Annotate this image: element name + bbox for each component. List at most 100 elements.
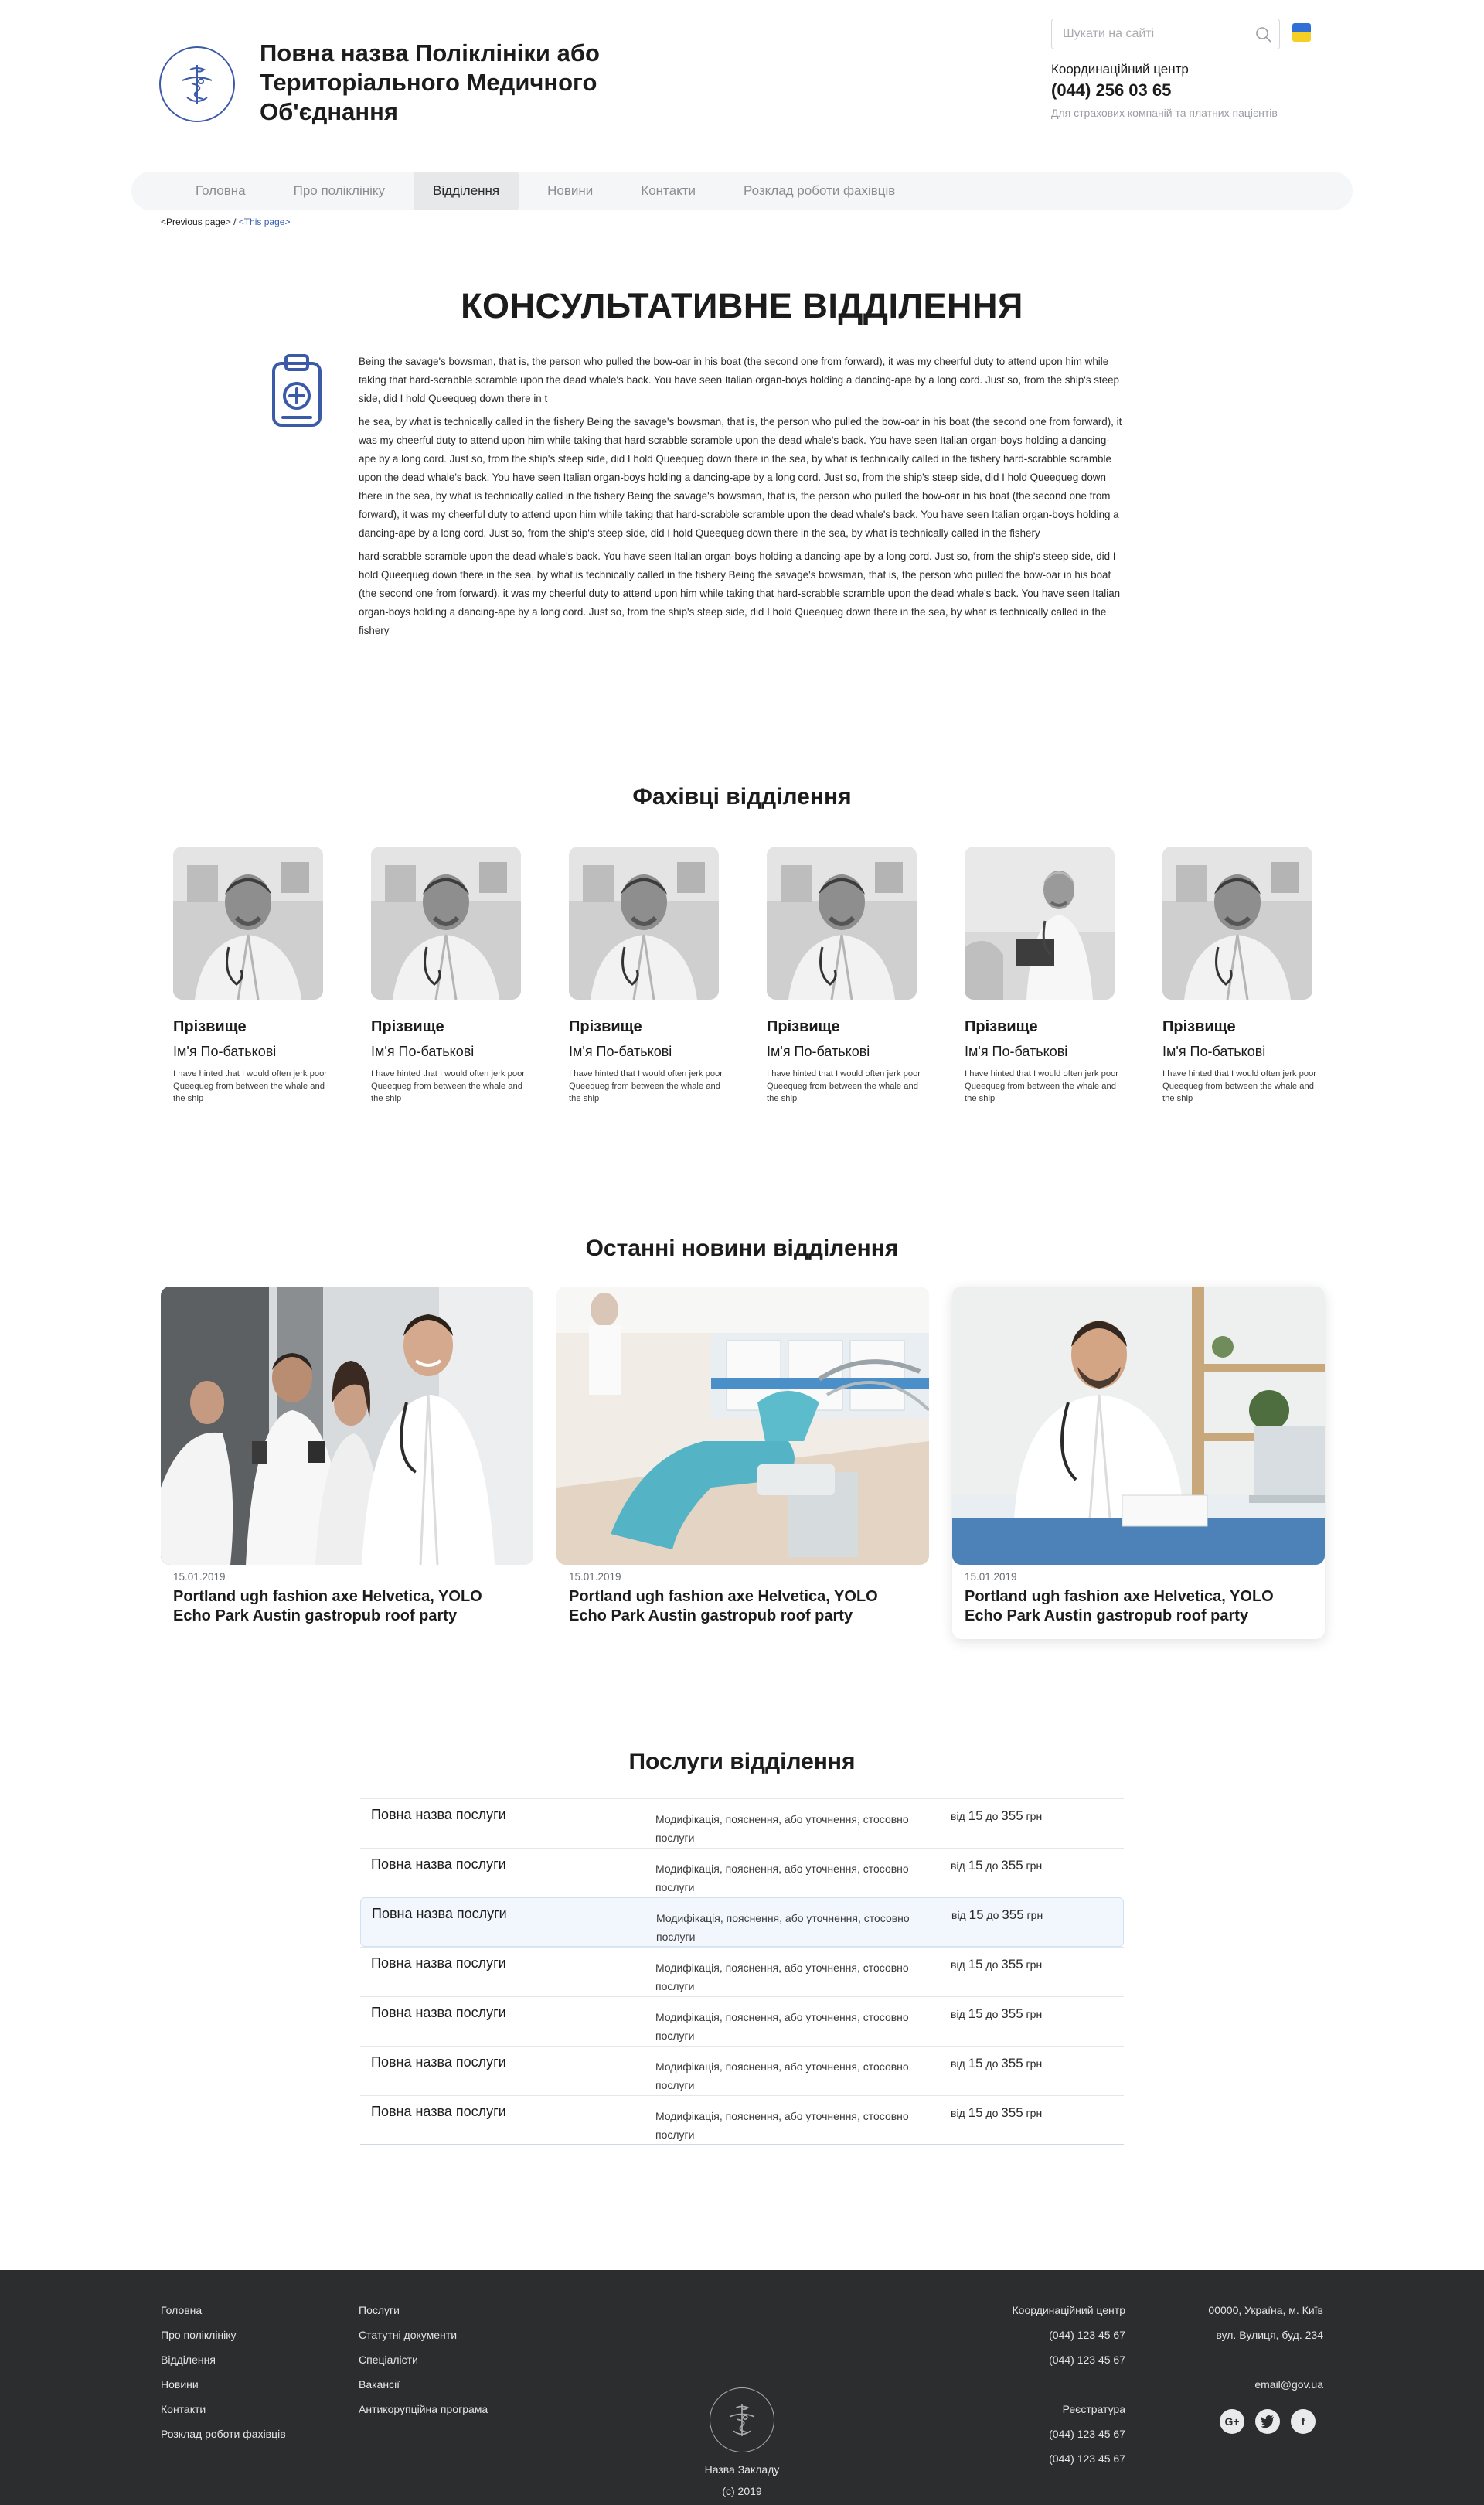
footer-address-line-1: 00000, Україна, м. Київ bbox=[1208, 2304, 1323, 2316]
footer-link-schedule[interactable]: Розклад роботи фахівців bbox=[161, 2426, 286, 2451]
news-card[interactable]: 15.01.2019 Portland ugh fashion axe Helv… bbox=[952, 1287, 1325, 1639]
news-date: 15.01.2019 bbox=[173, 1571, 226, 1583]
specialist-last-name: Прізвище bbox=[1162, 1018, 1236, 1035]
specialist-card[interactable]: Прізвище Ім'я По-батькові I have hinted … bbox=[371, 847, 526, 1105]
service-row[interactable]: Повна назва послуги Модифікація, пояснен… bbox=[360, 1798, 1124, 1848]
specialist-photo bbox=[569, 847, 719, 1000]
social-links: G+ f bbox=[1220, 2409, 1316, 2434]
footer-link-anticorruption[interactable]: Антикорупційна програма bbox=[359, 2401, 488, 2426]
service-price: від 15 до 355 грн bbox=[951, 1907, 1043, 1923]
specialist-description: I have hinted that I would often jerk po… bbox=[965, 1069, 1119, 1103]
news-headline[interactable]: Portland ugh fashion axe Helvetica, YOLO… bbox=[965, 1587, 1312, 1626]
price-to-label: до bbox=[985, 1810, 999, 1822]
nav-item-home[interactable]: Головна bbox=[176, 172, 265, 210]
breadcrumb-separator: / bbox=[230, 216, 239, 227]
specialist-card[interactable]: Прізвище Ім'я По-батькові I have hinted … bbox=[173, 847, 328, 1105]
nav-item-contacts[interactable]: Контакти bbox=[621, 172, 715, 210]
footer-address-line-2: вул. Вулиця, буд. 234 bbox=[1216, 2329, 1323, 2341]
footer-logo[interactable] bbox=[710, 2387, 774, 2452]
caduceus-icon bbox=[182, 65, 213, 104]
service-row[interactable]: Повна назва послуги Модифікація, пояснен… bbox=[360, 1848, 1124, 1897]
footer-link-departments[interactable]: Відділення bbox=[161, 2352, 286, 2377]
footer-link-vacancies[interactable]: Вакансії bbox=[359, 2377, 488, 2401]
footer-link-services[interactable]: Послуги bbox=[359, 2302, 488, 2327]
specialist-card[interactable]: Прізвище Ім'я По-батькові I have hinted … bbox=[1162, 847, 1317, 1105]
price-from: 15 bbox=[968, 2056, 983, 2070]
google-plus-icon[interactable]: G+ bbox=[1220, 2409, 1244, 2434]
footer-nav-col-1: Головна Про поліклініку Відділення Новин… bbox=[161, 2302, 286, 2451]
footer-link-documents[interactable]: Статутні документи bbox=[359, 2327, 488, 2352]
footer-institution-name: Назва Закладу bbox=[704, 2463, 780, 2476]
footer-email[interactable]: email@gov.ua bbox=[1122, 2377, 1323, 2401]
news-headline[interactable]: Portland ugh fashion axe Helvetica, YOLO… bbox=[569, 1587, 917, 1626]
service-row[interactable]: Повна назва послуги Модифікація, пояснен… bbox=[360, 1947, 1124, 1996]
specialist-photo bbox=[1162, 847, 1312, 1000]
footer-link-specialists[interactable]: Спеціалісти bbox=[359, 2352, 488, 2377]
service-name: Повна назва послуги bbox=[371, 2054, 506, 2070]
service-price: від 15 до 355 грн bbox=[951, 1858, 1042, 1873]
news-headline[interactable]: Portland ugh fashion axe Helvetica, YOLO… bbox=[173, 1587, 521, 1626]
news-card[interactable]: 15.01.2019 Portland ugh fashion axe Helv… bbox=[556, 1287, 929, 1639]
ukraine-flag-icon[interactable] bbox=[1292, 23, 1311, 42]
service-price: від 15 до 355 грн bbox=[951, 1957, 1042, 1972]
search-button[interactable] bbox=[1254, 26, 1273, 44]
service-row[interactable]: Повна назва послуги Модифікація, пояснен… bbox=[360, 2095, 1124, 2145]
specialist-first-name: Ім'я По-батькові bbox=[767, 1044, 870, 1059]
price-to-label: до bbox=[985, 2008, 999, 2020]
footer-link-home[interactable]: Головна bbox=[161, 2302, 286, 2327]
service-row[interactable]: Повна назва послуги Модифікація, пояснен… bbox=[360, 2046, 1124, 2095]
price-to-label: до bbox=[985, 1859, 999, 1872]
footer-reg-phone[interactable]: (044) 123 45 67 bbox=[971, 2426, 1125, 2451]
facebook-icon[interactable]: f bbox=[1291, 2409, 1316, 2434]
price-to: 355 bbox=[1001, 1858, 1023, 1873]
footer-coord-phone[interactable]: (044) 123 45 67 bbox=[971, 2352, 1125, 2377]
nav-item-news[interactable]: Новини bbox=[528, 172, 612, 210]
price-currency: грн bbox=[1026, 1958, 1043, 1971]
specialist-card[interactable]: Прізвище Ім'я По-батькові I have hinted … bbox=[767, 847, 921, 1105]
news-card[interactable]: 15.01.2019 Portland ugh fashion axe Helv… bbox=[161, 1287, 533, 1639]
specialist-card[interactable]: Прізвище Ім'я По-батькові I have hinted … bbox=[569, 847, 723, 1105]
price-from: 15 bbox=[968, 1907, 984, 1922]
clinic-logo[interactable] bbox=[159, 46, 235, 122]
price-from-label: від bbox=[951, 1859, 965, 1872]
price-currency: грн bbox=[1026, 1810, 1043, 1822]
service-name: Повна назва послуги bbox=[371, 1807, 506, 1822]
footer-copyright: (с) 2019 bbox=[722, 2485, 762, 2497]
site-header: Повна назва Поліклініки або Територіальн… bbox=[0, 0, 1484, 155]
twitter-icon[interactable] bbox=[1255, 2409, 1280, 2434]
service-description: Модифікація, пояснення, або уточнення, с… bbox=[655, 1813, 909, 1844]
footer-phones: Координаційний центр (044) 123 45 67 (04… bbox=[971, 2302, 1126, 2476]
footer-link-about[interactable]: Про поліклініку bbox=[161, 2327, 286, 2352]
breadcrumb-prev[interactable]: <Previous page> bbox=[161, 216, 231, 227]
coord-center-phone[interactable]: (044) 256 03 65 bbox=[1051, 80, 1171, 101]
price-to: 355 bbox=[1001, 2105, 1023, 2120]
price-from-label: від bbox=[951, 1958, 965, 1971]
nav-item-departments[interactable]: Відділення bbox=[414, 172, 519, 210]
footer-coord-label: Координаційний центр bbox=[1012, 2304, 1126, 2316]
services-table: Повна назва послуги Модифікація, пояснен… bbox=[360, 1798, 1124, 2145]
service-row[interactable]: Повна назва послуги Модифікація, пояснен… bbox=[360, 1996, 1124, 2046]
footer-nav-col-2: Послуги Статутні документи Спеціалісти В… bbox=[359, 2302, 488, 2426]
specialist-first-name: Ім'я По-батькові bbox=[1162, 1044, 1266, 1059]
specialist-description: I have hinted that I would often jerk po… bbox=[569, 1069, 723, 1103]
specialist-card[interactable]: Прізвище Ім'я По-батькові I have hinted … bbox=[965, 847, 1119, 1105]
service-name: Повна назва послуги bbox=[371, 2005, 506, 2020]
specialist-first-name: Ім'я По-батькові bbox=[371, 1044, 475, 1059]
footer-link-contacts[interactable]: Контакти bbox=[161, 2401, 286, 2426]
footer-coord-phone[interactable]: (044) 123 45 67 bbox=[971, 2327, 1125, 2352]
caduceus-icon bbox=[729, 2404, 755, 2436]
breadcrumb-current[interactable]: <This page> bbox=[239, 216, 291, 227]
service-name: Повна назва послуги bbox=[371, 1955, 506, 1971]
flag-blue-stripe bbox=[1292, 23, 1311, 32]
footer-link-news[interactable]: Новини bbox=[161, 2377, 286, 2401]
services-title: Послуги відділення bbox=[628, 1749, 856, 1774]
specialist-last-name: Прізвище bbox=[569, 1018, 642, 1035]
specialists-title: Фахівці відділення bbox=[632, 784, 852, 809]
service-description: Модифікація, пояснення, або уточнення, с… bbox=[655, 1863, 909, 1893]
service-description: Модифікація, пояснення, або уточнення, с… bbox=[655, 2011, 909, 2042]
service-description: Модифікація, пояснення, або уточнення, с… bbox=[656, 1912, 910, 1943]
service-row[interactable]: Повна назва послуги Модифікація, пояснен… bbox=[360, 1897, 1124, 1947]
nav-item-about[interactable]: Про поліклініку bbox=[274, 172, 404, 210]
search-input[interactable] bbox=[1052, 19, 1237, 49]
nav-item-schedule[interactable]: Розклад роботи фахівців bbox=[724, 172, 914, 210]
